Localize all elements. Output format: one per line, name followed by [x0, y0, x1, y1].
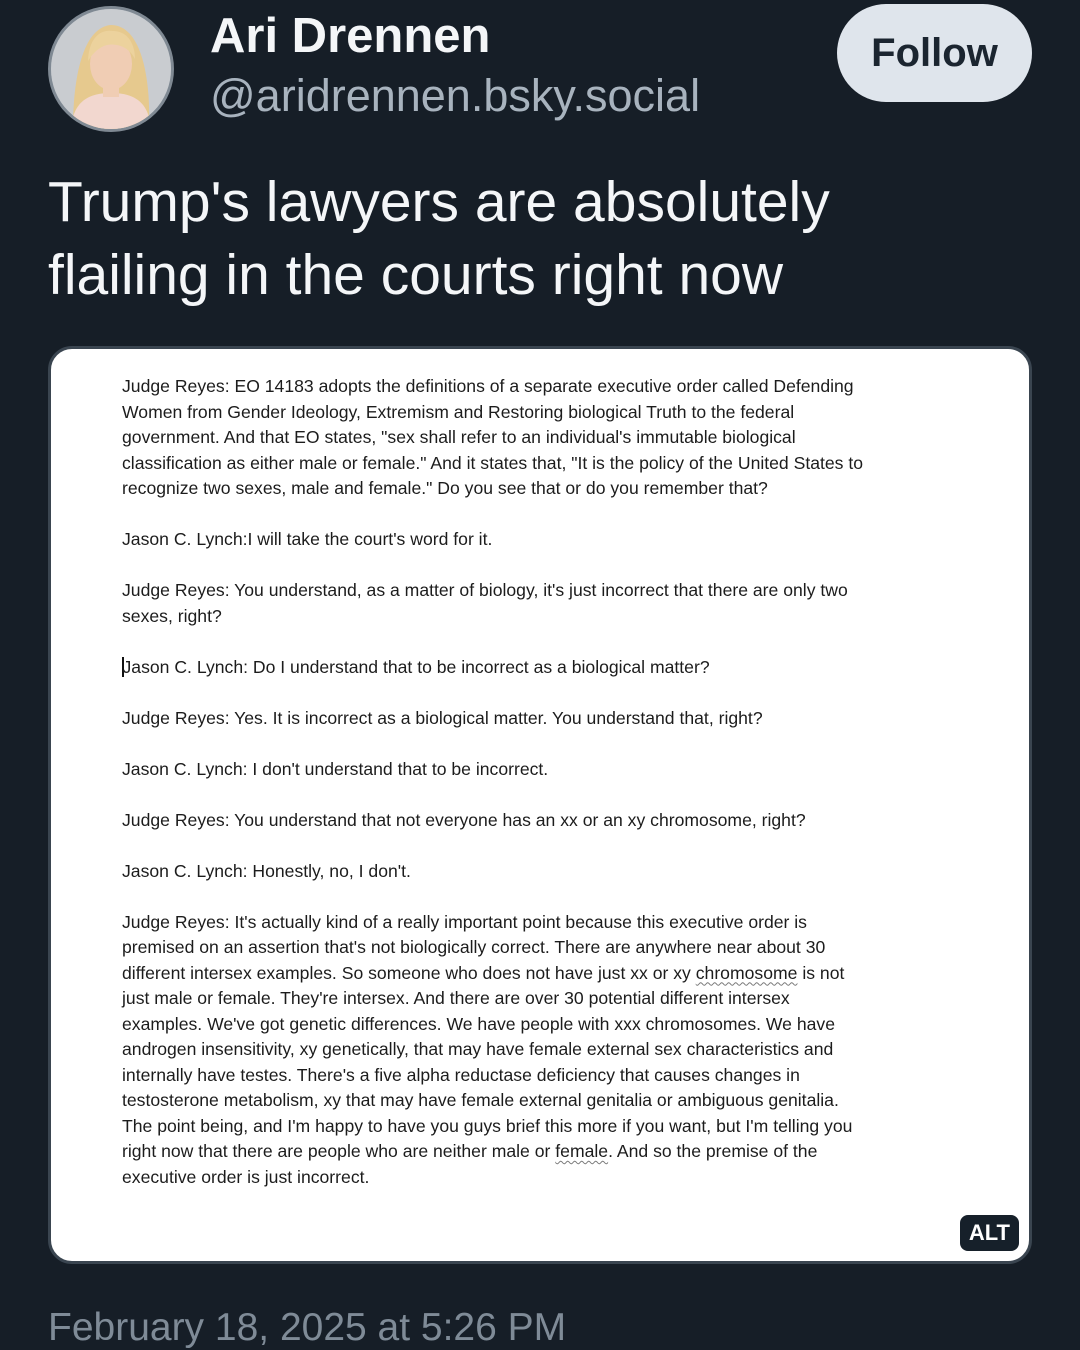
profile-photo-icon	[51, 9, 171, 129]
transcript-paragraph: Jason C. Lynch: Do I understand that to …	[122, 655, 952, 681]
follow-button[interactable]: Follow	[837, 4, 1032, 102]
transcript-line: Judge Reyes: You understand that not eve…	[122, 809, 806, 830]
post-text: Trump's lawyers are absolutely flailing …	[48, 166, 1028, 312]
transcript-line: Judge Reyes: You understand, as a matter…	[122, 580, 848, 600]
transcript-line: recognize two sexes, male and female." D…	[122, 478, 768, 498]
spellcheck-underline: chromosome	[695, 962, 798, 983]
transcript-line-text: Jason C. Lynch: Do I understand that to …	[122, 656, 710, 677]
transcript-line: premised on an assertion that's not biol…	[122, 937, 826, 957]
transcript-line: Jason C. Lynch:I will take the court's w…	[122, 529, 493, 549]
transcript-line: government. And that EO states, "sex sha…	[122, 427, 796, 447]
post-timestamp: February 18, 2025 at 5:26 PM	[48, 1306, 567, 1349]
transcript-line: androgen insensitivity, xy genetically, …	[122, 1039, 834, 1059]
post-text-line: Trump's lawyers are absolutely	[48, 170, 830, 234]
author-handle[interactable]: @aridrennen.bsky.social	[210, 70, 700, 122]
transcript-line: examples. We've got genetic differences.…	[122, 1013, 836, 1034]
transcript-paragraph: Judge Reyes: You understand that not eve…	[122, 808, 952, 834]
transcript-paragraph: Jason C. Lynch: I don't understand that …	[122, 757, 952, 783]
transcript-line: internally have testes. There's a five a…	[122, 1064, 800, 1085]
transcript-line: Jason C. Lynch: I don't understand that …	[122, 758, 549, 779]
transcript-paragraph: Judge Reyes: It's actually kind of a rea…	[122, 910, 952, 1191]
transcript-paragraph: Judge Reyes: EO 14183 adopts the definit…	[122, 374, 952, 502]
transcript-line: Judge Reyes: Yes. It is incorrect as a b…	[122, 707, 763, 728]
alt-text-button[interactable]: ALT	[959, 1215, 1019, 1251]
transcript-text: Judge Reyes: EO 14183 adopts the definit…	[122, 374, 952, 1190]
transcript-paragraph: Judge Reyes: You understand, as a matter…	[122, 578, 952, 629]
transcript-line: Judge Reyes: EO 14183 adopts the definit…	[122, 376, 854, 396]
transcript-line: executive order is just incorrect.	[122, 1166, 370, 1187]
transcript-line: right now that there are people who are …	[122, 1141, 818, 1161]
transcript-line: Jason C. Lynch: Honestly, no, I don't.	[122, 860, 411, 881]
transcript-line: classification as either male or female.…	[122, 452, 864, 473]
transcript-line: just male or female. They're intersex. A…	[122, 988, 790, 1008]
transcript-paragraph: Jason C. Lynch: Honestly, no, I don't.	[122, 859, 952, 885]
author-display-name[interactable]: Ari Drennen	[210, 8, 490, 64]
transcript-line: Jason C. Lynch: Do I understand that to …	[122, 655, 952, 681]
transcript-line: testosterone metabolism, xy that may hav…	[122, 1090, 839, 1110]
transcript-line: different intersex examples. So someone …	[122, 962, 845, 983]
transcript-line: sexes, right?	[122, 605, 222, 626]
spellcheck-underline: female	[555, 1141, 609, 1161]
transcript-line: Judge Reyes: It's actually kind of a rea…	[122, 911, 807, 932]
transcript-line: The point being, and I'm happy to have y…	[122, 1115, 853, 1136]
author-avatar[interactable]	[48, 6, 174, 132]
post-image[interactable]: Judge Reyes: EO 14183 adopts the definit…	[48, 346, 1032, 1264]
transcript-paragraph: Judge Reyes: Yes. It is incorrect as a b…	[122, 706, 952, 732]
transcript-paragraph: Jason C. Lynch:I will take the court's w…	[122, 527, 952, 553]
post-text-line: flailing in the courts right now	[48, 243, 784, 307]
transcript-line: Women from Gender Ideology, Extremism an…	[122, 401, 795, 422]
